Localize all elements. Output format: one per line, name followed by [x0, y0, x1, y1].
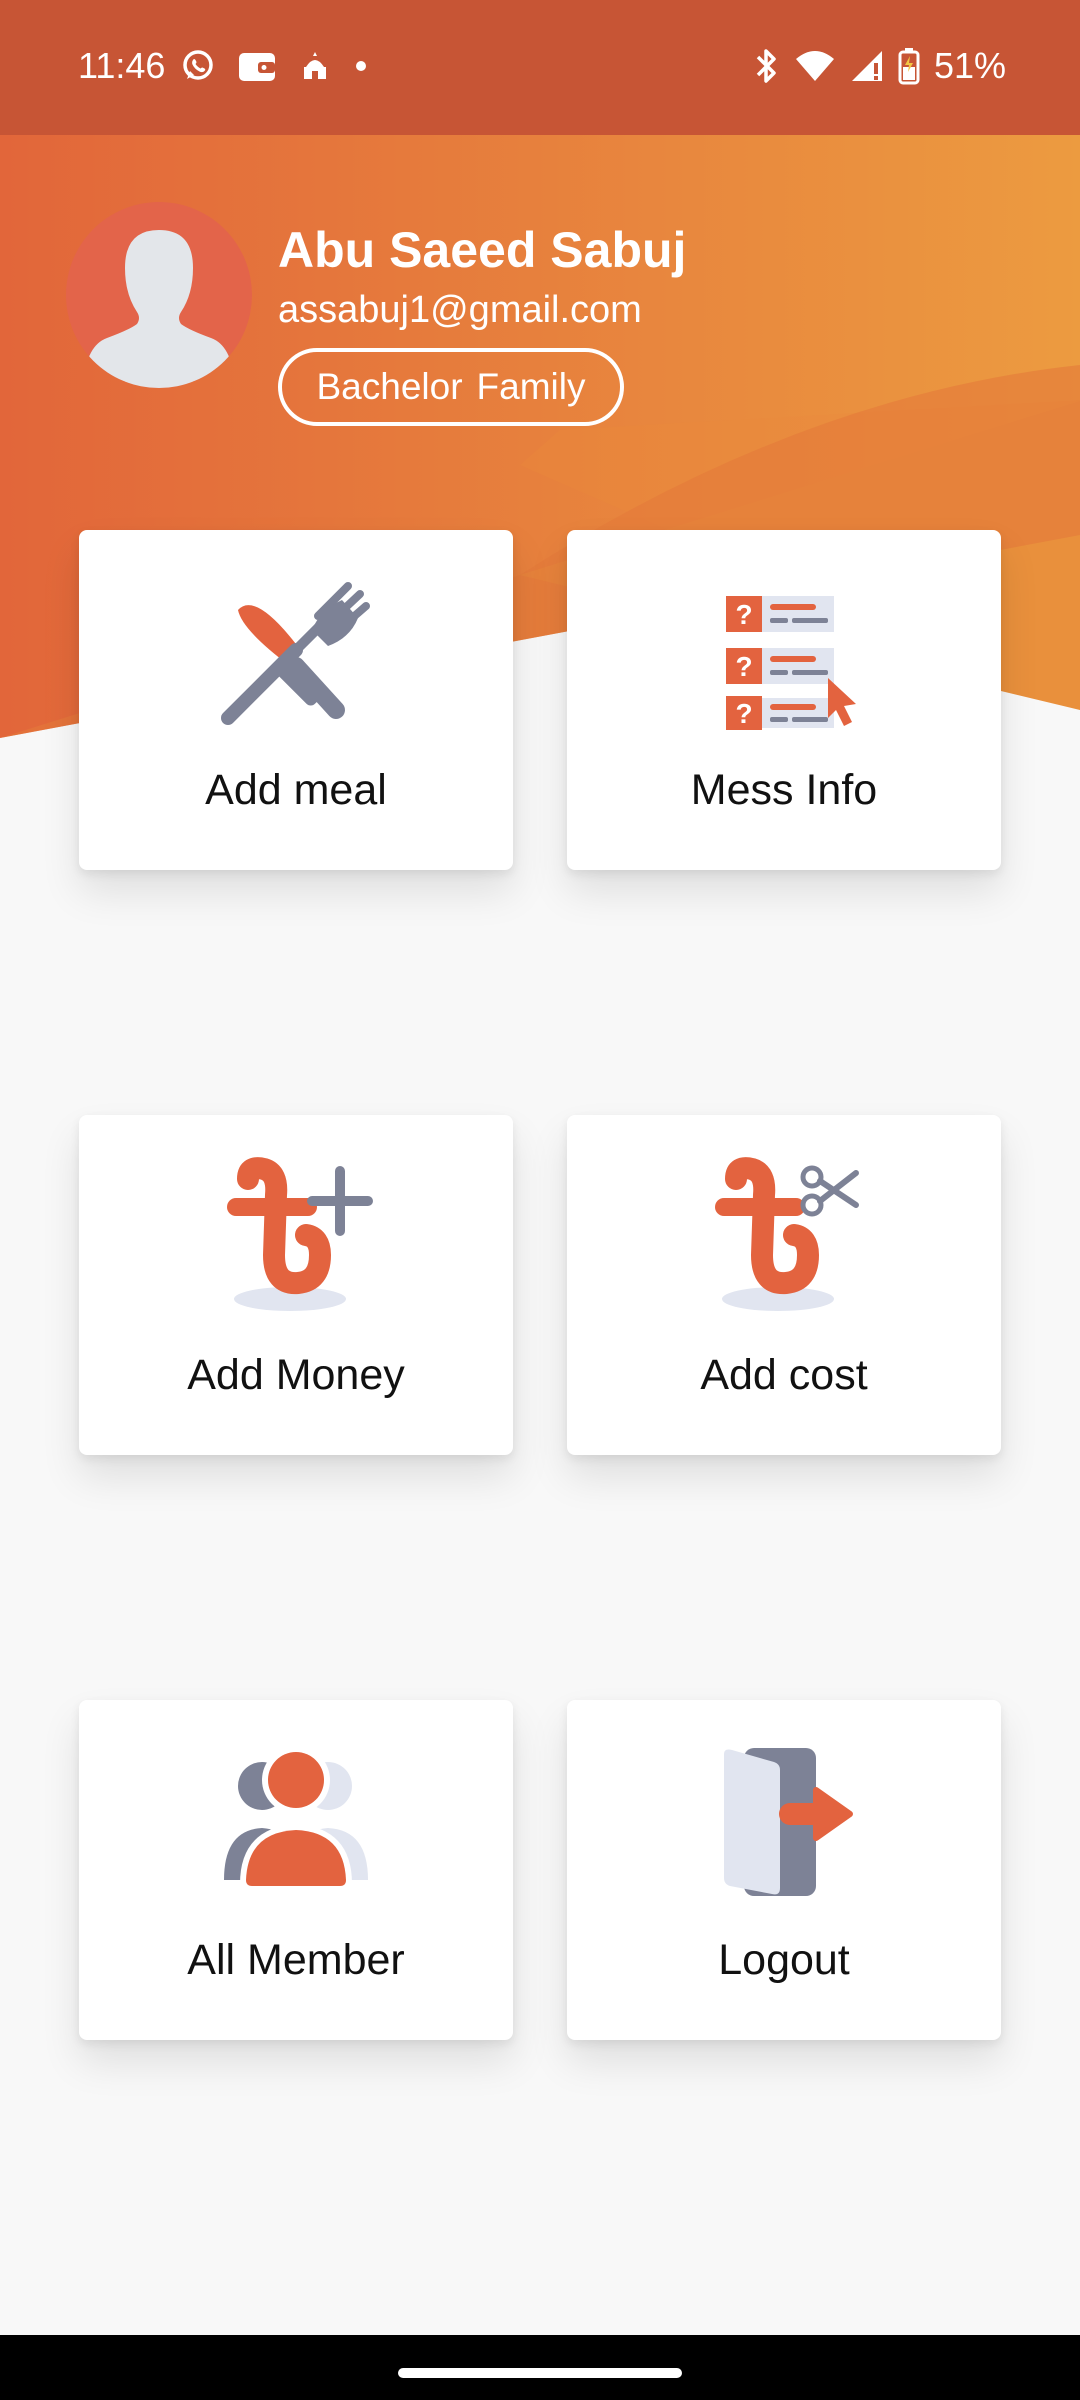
- avatar[interactable]: [66, 202, 252, 388]
- signal-icon: [851, 51, 882, 81]
- add-cost-label: Add cost: [700, 1351, 868, 1399]
- question-list-icon: ? ? ?: [726, 596, 856, 730]
- whatsapp-icon: [183, 50, 213, 80]
- system-status: 51%: [752, 44, 1006, 88]
- wallet-icon: [239, 53, 275, 81]
- user-silhouette-icon: [83, 230, 235, 388]
- mess-info-label: Mess Info: [690, 766, 878, 814]
- logout-card[interactable]: Logout: [567, 1700, 1001, 2040]
- add-meal-label: Add meal: [205, 766, 387, 814]
- logout-label: Logout: [718, 1936, 850, 1984]
- status-time: 11:46: [78, 45, 166, 86]
- add-money-label: Add Money: [187, 1351, 405, 1399]
- mess-info-card[interactable]: ? ? ? Mess Info: [567, 530, 1001, 870]
- taka-scissors-icon: [715, 1157, 859, 1311]
- mode-option-bachelor[interactable]: Bachelor: [317, 366, 463, 408]
- battery-icon: [898, 48, 920, 85]
- user-name: Abu Saeed Sabuj: [278, 222, 687, 278]
- all-member-card[interactable]: All Member: [79, 1700, 513, 2040]
- add-meal-card[interactable]: Add meal: [79, 530, 513, 870]
- home-gesture-handle[interactable]: [398, 2368, 682, 2378]
- notification-icons: [180, 44, 368, 88]
- add-money-card[interactable]: Add Money: [79, 1115, 513, 1455]
- svg-text:?: ?: [735, 599, 752, 630]
- dot-icon: [356, 61, 366, 71]
- user-email: assabuj1@gmail.com: [278, 289, 642, 331]
- status-bar: 11:46 51%: [0, 0, 1080, 135]
- all-member-label: All Member: [187, 1936, 405, 1984]
- bluetooth-icon: [756, 49, 776, 83]
- svg-text:?: ?: [735, 698, 752, 729]
- wifi-icon: [795, 51, 834, 81]
- add-cost-card[interactable]: Add cost: [567, 1115, 1001, 1455]
- mode-switch[interactable]: Bachelor Family: [278, 348, 624, 426]
- svg-text:?: ?: [735, 651, 752, 682]
- mosque-icon: [304, 52, 326, 79]
- logout-door-icon: [724, 1748, 853, 1896]
- battery-percent: 51%: [933, 45, 1006, 86]
- knife-fork-icon: [221, 582, 370, 725]
- taka-plus-icon: [227, 1157, 373, 1311]
- mode-option-family[interactable]: Family: [477, 366, 586, 408]
- group-members-icon: [224, 1746, 368, 1886]
